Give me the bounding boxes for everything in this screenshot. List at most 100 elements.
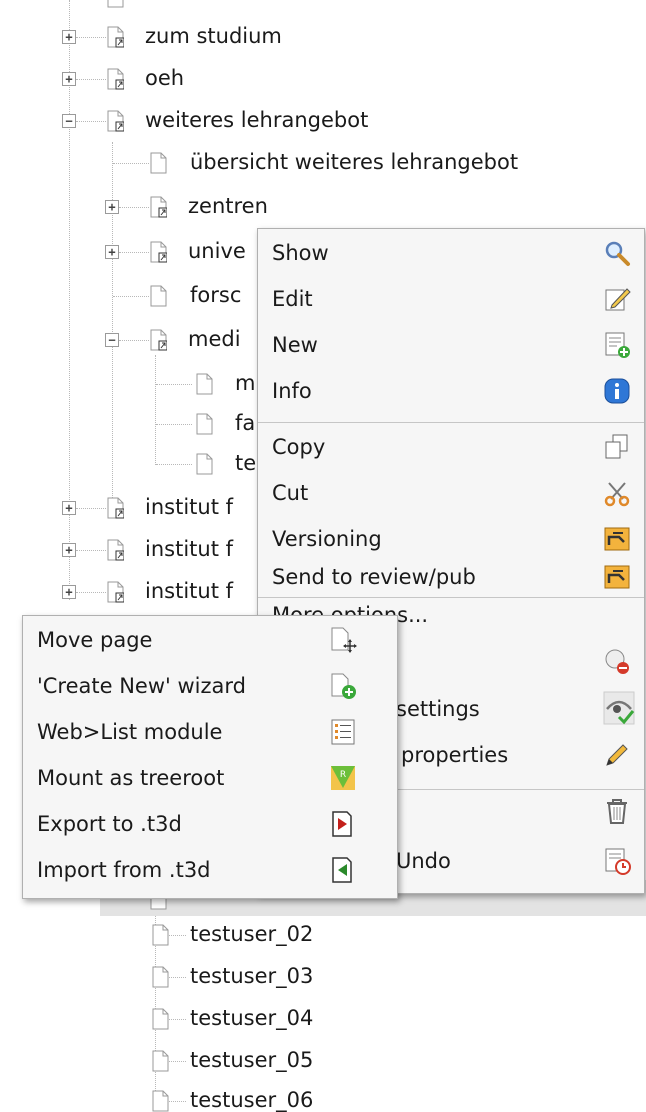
expand-icon[interactable]: + [62, 585, 76, 599]
expand-icon[interactable]: + [62, 543, 76, 557]
tree-node-label[interactable]: testuser_03 [190, 964, 313, 988]
page-icon [152, 924, 169, 946]
page-icon [196, 413, 213, 435]
menu-item-cut[interactable]: Cut [258, 473, 644, 517]
hide-page-icon [605, 649, 629, 674]
tree-node-label[interactable]: testuser_04 [190, 1006, 313, 1030]
tree-line [119, 207, 149, 208]
tree-node-label[interactable]: medi [188, 327, 241, 351]
page-shortcut-icon [150, 196, 167, 218]
submenu-item-create-new-wizard[interactable]: 'Create New' wizard [23, 666, 397, 710]
treeroot-icon: R [331, 766, 355, 790]
scissors-icon [604, 482, 630, 507]
tree-line [76, 79, 106, 80]
edit-page-icon [605, 288, 631, 311]
tree-line [76, 592, 106, 593]
page-shortcut-icon [107, 539, 124, 561]
tree-node-label[interactable]: weiteres lehrangebot [145, 108, 368, 132]
tree-node-label[interactable]: institut f [145, 537, 233, 561]
copy-icon [605, 434, 628, 459]
tree-node-label[interactable]: forsc [190, 283, 241, 307]
menu-item-label: Mount as treeroot [37, 766, 225, 790]
info-icon [604, 378, 630, 404]
page-icon [196, 373, 213, 395]
tree-node-label[interactable]: testuser_06 [190, 1088, 313, 1112]
menu-item-label: Undo [396, 849, 451, 873]
tree-line [156, 464, 192, 465]
tree-node-label[interactable]: fa [235, 411, 255, 435]
tree-node-label[interactable]: testuser_02 [190, 922, 313, 946]
expand-icon[interactable]: + [105, 200, 119, 214]
tree-node-label[interactable]: übersicht weiteres lehrangebot [190, 150, 518, 174]
tree-line [156, 384, 192, 385]
submenu-item-mount-as-treeroot[interactable]: Mount as treeroot R [23, 758, 397, 802]
page-shortcut-icon [150, 329, 167, 351]
export-icon [332, 811, 352, 837]
page-shortcut-icon [107, 110, 124, 132]
collapse-icon[interactable]: − [105, 333, 119, 347]
menu-item-label: Web>List module [37, 720, 223, 744]
menu-item-label: New [272, 333, 318, 357]
list-module-icon [331, 719, 355, 745]
tree-node-label[interactable]: institut f [145, 579, 233, 603]
tree-line [113, 296, 149, 297]
tree-node-label[interactable]: institut f [145, 495, 233, 519]
page-shortcut-icon [107, 26, 124, 48]
magnifier-icon [605, 241, 630, 266]
collapse-icon[interactable]: − [62, 114, 76, 128]
trash-icon [607, 799, 627, 824]
menu-item-edit[interactable]: Edit [258, 279, 644, 323]
tree-line [76, 550, 106, 551]
menu-item-label: 'Create New' wizard [37, 674, 246, 698]
tree-line [76, 508, 106, 509]
new-wizard-icon [331, 673, 356, 699]
menu-item-copy[interactable]: Copy [258, 427, 644, 471]
menu-separator [258, 422, 644, 423]
menu-item-new[interactable]: New [258, 325, 644, 369]
tree-node-label[interactable]: testuser_05 [190, 1048, 313, 1072]
submenu-item-export-t3d[interactable]: Export to .t3d [23, 804, 397, 848]
tree-line [156, 424, 192, 425]
expand-icon[interactable]: + [62, 501, 76, 515]
page-shortcut-icon [107, 581, 124, 603]
expand-icon[interactable]: + [62, 30, 76, 44]
submenu-item-move-page[interactable]: Move page [23, 620, 397, 664]
tree-line [119, 252, 149, 253]
move-page-icon [331, 627, 357, 653]
submenu-item-web-list-module[interactable]: Web>List module [23, 712, 397, 756]
tree-line [113, 163, 149, 164]
menu-item-label: Copy [272, 435, 326, 459]
tree-node-label[interactable]: te [235, 451, 256, 475]
expand-icon[interactable]: + [105, 245, 119, 259]
send-review-icon [604, 565, 630, 589]
menu-item-label: Send to review/pub [272, 565, 476, 589]
tree-node-label[interactable]: unive [188, 239, 246, 263]
page-icon [152, 966, 169, 988]
menu-item-show[interactable]: Show [258, 233, 644, 277]
submenu-item-import-t3d[interactable]: Import from .t3d [23, 850, 397, 894]
tree-line [119, 340, 149, 341]
menu-item-label: Info [272, 379, 312, 403]
menu-item-label: properties [401, 743, 509, 767]
tree-node-label[interactable]: zum studium [145, 24, 282, 48]
tree-node-label[interactable]: m [235, 371, 255, 395]
page-icon [150, 152, 167, 174]
eye-settings-icon [603, 691, 635, 725]
svg-text:R: R [340, 770, 346, 780]
page-shortcut-icon [107, 0, 124, 8]
tree-node-label[interactable]: zentren [188, 194, 268, 218]
page-icon [152, 1090, 169, 1112]
expand-icon[interactable]: + [62, 72, 76, 86]
tree-line [155, 355, 156, 465]
menu-item-info[interactable]: Info [258, 371, 644, 415]
menu-item-label: Import from .t3d [37, 858, 211, 882]
pencil-icon [606, 744, 628, 766]
menu-item-label: Move page [37, 628, 153, 652]
page-icon [152, 1050, 169, 1072]
new-page-icon [605, 332, 630, 358]
tree-node-label[interactable]: oeh [145, 66, 184, 90]
page-shortcut-icon [107, 68, 124, 90]
menu-item-label: Edit [272, 287, 313, 311]
page-icon [152, 1008, 169, 1030]
history-clock-icon [605, 848, 631, 875]
